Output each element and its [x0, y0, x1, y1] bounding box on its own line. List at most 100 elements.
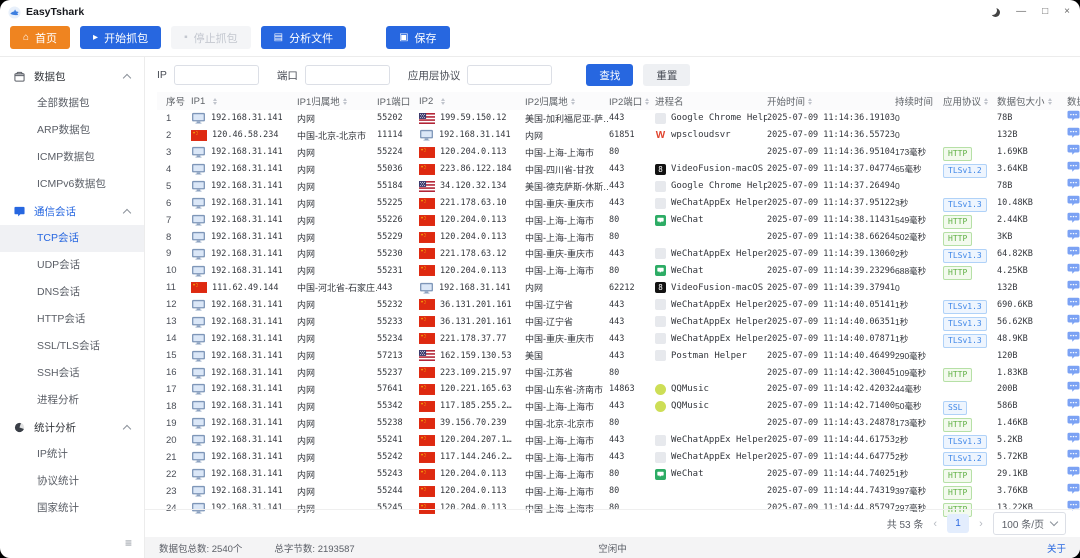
message-bubble-icon[interactable]: [1067, 195, 1080, 207]
table-row[interactable]: 18192.168.31.141内网55342117.185.255.2…中国-…: [157, 398, 1080, 415]
table-row[interactable]: 4192.168.31.141内网55036223.86.122.184中国-四…: [157, 161, 1080, 178]
sidebar-collapse-icon[interactable]: ≡: [125, 536, 132, 550]
table-row[interactable]: 22192.168.31.141内网55243120.204.0.113中国-上…: [157, 466, 1080, 483]
sidebar-item-ssl-tls-sessions[interactable]: SSL/TLS会话: [0, 333, 144, 360]
message-bubble-icon[interactable]: [1067, 161, 1080, 173]
column-header[interactable]: 应用协议: [943, 94, 997, 108]
table-row[interactable]: 8192.168.31.141内网55229120.204.0.113中国-上海…: [157, 229, 1080, 246]
table-row[interactable]: 23192.168.31.141内网55244120.204.0.113中国-上…: [157, 483, 1080, 500]
prev-page-button[interactable]: ‹: [931, 518, 939, 530]
message-bubble-icon[interactable]: [1067, 229, 1080, 241]
sort-icon[interactable]: [645, 98, 649, 105]
sidebar-group-packets[interactable]: 数据包: [0, 63, 144, 90]
table-row[interactable]: 13192.168.31.141内网5523336.131.201.161中国-…: [157, 313, 1080, 330]
search-button[interactable]: 查找: [586, 64, 633, 86]
message-bubble-icon[interactable]: [1067, 348, 1080, 360]
sidebar-item-process-analysis[interactable]: 进程分析: [0, 387, 144, 414]
message-bubble-icon[interactable]: [1067, 144, 1080, 156]
sort-icon[interactable]: [1048, 98, 1052, 105]
app-window: EasyTshark — □ × ⌂首页▸开始抓包▪停止抓包▤分析文件▣保存 数…: [0, 0, 1080, 558]
analyze-file-button[interactable]: ▤分析文件: [261, 26, 346, 49]
table-row[interactable]: 7192.168.31.141内网55226120.204.0.113中国-上海…: [157, 212, 1080, 229]
home-button[interactable]: ⌂首页: [10, 26, 70, 49]
sidebar-item-protocol-stats[interactable]: 协议统计: [0, 468, 144, 495]
table-row[interactable]: 19192.168.31.141内网5523839.156.70.239中国-北…: [157, 415, 1080, 432]
table-row[interactable]: 10192.168.31.141内网55231120.204.0.113中国-上…: [157, 262, 1080, 279]
sort-icon[interactable]: [571, 98, 575, 105]
sidebar-item-ssh-sessions[interactable]: SSH会话: [0, 360, 144, 387]
column-header[interactable]: IP1归属地: [297, 94, 377, 108]
message-bubble-icon[interactable]: [1067, 246, 1080, 258]
message-bubble-icon[interactable]: [1067, 212, 1080, 224]
next-page-button[interactable]: ›: [977, 518, 985, 530]
table-row[interactable]: 2120.46.58.234中国-北京-北京市11114192.168.31.1…: [157, 127, 1080, 144]
sidebar-item-tcp-sessions[interactable]: TCP会话: [0, 225, 144, 252]
table-row[interactable]: 6192.168.31.141内网55225221.178.63.10中国-重庆…: [157, 195, 1080, 212]
moon-icon[interactable]: [991, 8, 1000, 17]
sidebar-group-sessions[interactable]: 通信会话: [0, 198, 144, 225]
sort-icon[interactable]: [984, 98, 988, 105]
sidebar-item-icmpv6-packets[interactable]: ICMPv6数据包: [0, 171, 144, 198]
about-link[interactable]: 关于: [1047, 541, 1066, 555]
close-button[interactable]: ×: [1064, 7, 1070, 17]
message-bubble-icon[interactable]: [1067, 432, 1080, 444]
ip-filter-input[interactable]: [174, 65, 259, 85]
column-header[interactable]: IP2端口: [609, 94, 655, 108]
column-header[interactable]: 数据包大小: [997, 94, 1055, 108]
sidebar-item-http-sessions[interactable]: HTTP会话: [0, 306, 144, 333]
message-bubble-icon[interactable]: [1067, 263, 1080, 275]
table-row[interactable]: 12192.168.31.141内网5523236.131.201.161中国-…: [157, 296, 1080, 313]
message-bubble-icon[interactable]: [1067, 314, 1080, 326]
page-size-select[interactable]: 100 条/页: [993, 512, 1066, 535]
sidebar-item-all-packets[interactable]: 全部数据包: [0, 90, 144, 117]
sidebar-item-arp-packets[interactable]: ARP数据包: [0, 117, 144, 144]
table-row[interactable]: 11111.62.49.144中国-河北省-石家庄…443192.168.31.…: [157, 279, 1080, 296]
message-bubble-icon[interactable]: [1067, 466, 1080, 478]
message-bubble-icon[interactable]: [1067, 331, 1080, 343]
sidebar-item-dns-sessions[interactable]: DNS会话: [0, 279, 144, 306]
table-row[interactable]: 9192.168.31.141内网55230221.178.63.12中国-重庆…: [157, 246, 1080, 263]
protocol-filter-input[interactable]: [467, 65, 552, 85]
sort-icon[interactable]: [213, 98, 217, 105]
port-filter-input[interactable]: [305, 65, 390, 85]
table-row[interactable]: 5192.168.31.141内网5518434.120.32.134美国-德克…: [157, 178, 1080, 195]
message-bubble-icon[interactable]: [1067, 297, 1080, 309]
page-number-button[interactable]: 1: [947, 514, 969, 533]
table-row[interactable]: 16192.168.31.141内网55237223.109.215.97中国-…: [157, 364, 1080, 381]
message-bubble-icon[interactable]: [1067, 280, 1080, 292]
table-row[interactable]: 21192.168.31.141内网55242117.144.246.2…中国-…: [157, 449, 1080, 466]
column-header[interactable]: IP1: [191, 96, 297, 107]
message-bubble-icon[interactable]: [1067, 365, 1080, 377]
sort-icon[interactable]: [808, 98, 812, 105]
message-bubble-icon[interactable]: [1067, 381, 1080, 393]
message-bubble-icon[interactable]: [1067, 415, 1080, 427]
save-button[interactable]: ▣保存: [386, 26, 449, 49]
sidebar-item-icmp-packets[interactable]: ICMP数据包: [0, 144, 144, 171]
reset-button[interactable]: 重置: [643, 64, 690, 86]
table-row[interactable]: 14192.168.31.141内网55234221.178.37.77中国-重…: [157, 330, 1080, 347]
table-row[interactable]: 17192.168.31.141内网57641120.221.165.63中国-…: [157, 381, 1080, 398]
sort-icon[interactable]: [441, 98, 445, 105]
message-bubble-icon[interactable]: [1067, 449, 1080, 461]
message-bubble-icon[interactable]: [1067, 178, 1080, 190]
table-row[interactable]: 3192.168.31.141内网55224120.204.0.113中国-上海…: [157, 144, 1080, 161]
message-bubble-icon[interactable]: [1067, 127, 1080, 139]
start-capture-button[interactable]: ▸开始抓包: [80, 26, 161, 49]
maximize-button[interactable]: □: [1042, 7, 1048, 17]
sidebar-item-country-stats[interactable]: 国家统计: [0, 495, 144, 522]
table-row[interactable]: 1192.168.31.141内网55202199.59.150.12美国-加利…: [157, 110, 1080, 127]
message-bubble-icon[interactable]: [1067, 398, 1080, 410]
sidebar-item-ip-stats[interactable]: IP统计: [0, 441, 144, 468]
message-bubble-icon[interactable]: [1067, 483, 1080, 495]
minimize-button[interactable]: —: [1016, 7, 1026, 17]
table-row[interactable]: 15192.168.31.141内网57213162.159.130.53美国4…: [157, 347, 1080, 364]
column-header[interactable]: 开始时间: [767, 94, 895, 108]
sidebar-group-stats[interactable]: 统计分析: [0, 414, 144, 441]
sidebar-item-udp-sessions[interactable]: UDP会话: [0, 252, 144, 279]
message-bubble-icon[interactable]: [1067, 110, 1080, 122]
column-header[interactable]: IP2: [419, 96, 525, 107]
column-header[interactable]: IP2归属地: [525, 94, 609, 108]
packet-size: 10.48KB: [997, 198, 1055, 208]
sort-icon[interactable]: [343, 98, 347, 105]
table-row[interactable]: 20192.168.31.141内网55241120.204.207.1…中国-…: [157, 432, 1080, 449]
